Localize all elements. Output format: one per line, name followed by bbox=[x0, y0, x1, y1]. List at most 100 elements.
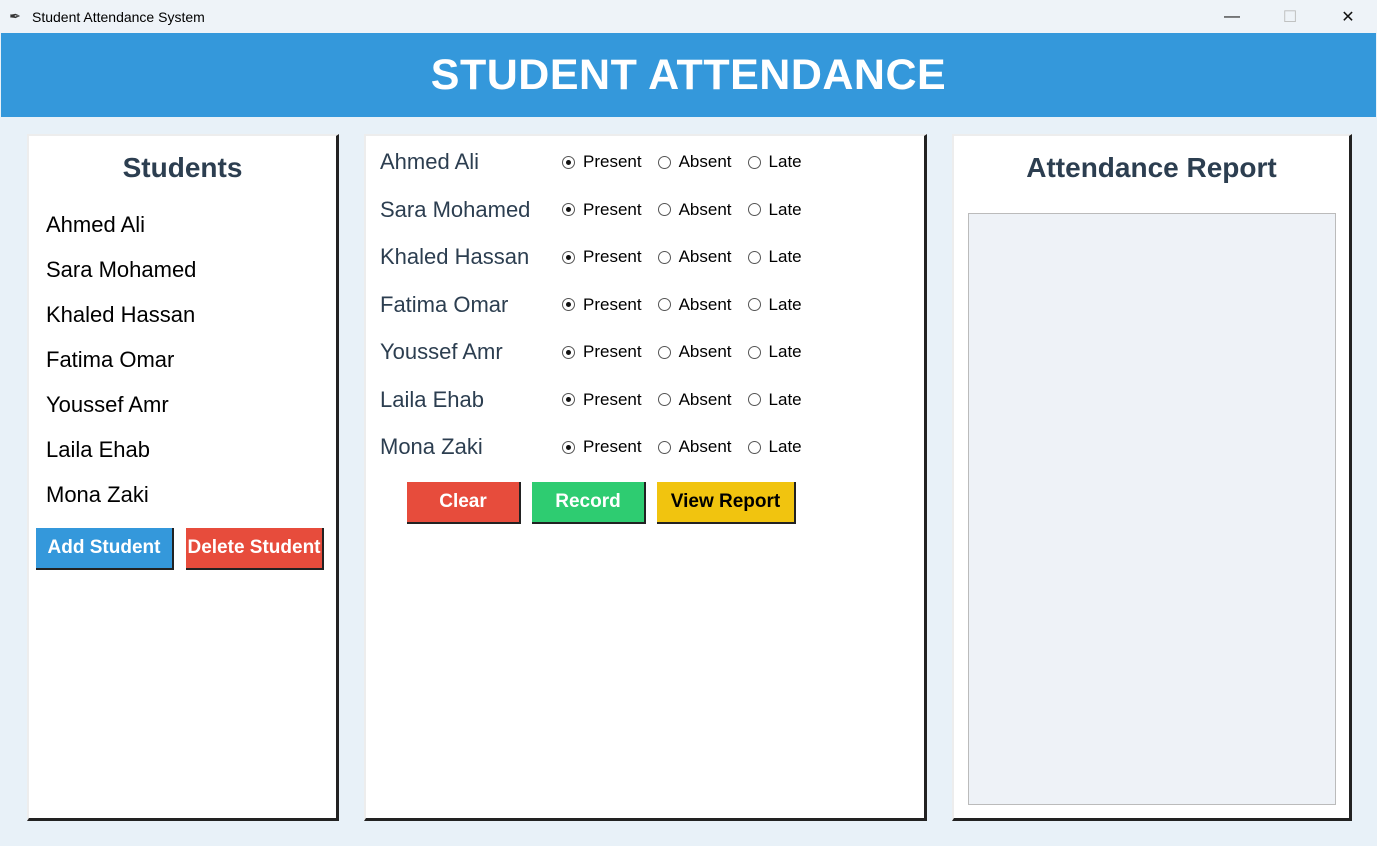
radio-button-icon[interactable] bbox=[562, 250, 575, 264]
radio-button-icon[interactable] bbox=[657, 440, 671, 454]
radio-label: Present bbox=[583, 389, 642, 409]
attendance-student-name: Khaled Hassan bbox=[380, 244, 530, 269]
radio-button-icon[interactable] bbox=[657, 203, 671, 216]
radio-button-icon[interactable] bbox=[747, 345, 761, 359]
close-button[interactable]: ✕ bbox=[1319, 0, 1377, 33]
student-list-item[interactable]: Khaled Hassan bbox=[46, 298, 196, 343]
title-bar: ✒ Student Attendance System — ☐ ✕ bbox=[0, 0, 1377, 33]
radio-absent[interactable]: Absent bbox=[657, 200, 732, 220]
radio-button-icon[interactable] bbox=[562, 345, 575, 359]
radio-label: Late bbox=[768, 342, 802, 361]
radio-button-icon[interactable] bbox=[657, 298, 671, 311]
radio-present[interactable]: Present bbox=[562, 437, 642, 457]
student-list-item[interactable]: Mona Zaki bbox=[46, 478, 196, 523]
radio-button-icon[interactable] bbox=[747, 298, 761, 311]
radio-button-icon[interactable] bbox=[657, 345, 671, 359]
radio-label: Present bbox=[583, 294, 642, 314]
attendance-student-name: Youssef Amr bbox=[380, 339, 503, 364]
radio-label: Present bbox=[583, 437, 642, 456]
radio-button-icon[interactable] bbox=[657, 155, 671, 169]
student-list-item[interactable]: Youssef Amr bbox=[46, 388, 196, 433]
radio-button-icon[interactable] bbox=[562, 155, 575, 169]
radio-label: Absent bbox=[678, 247, 732, 266]
radio-button-icon[interactable] bbox=[747, 393, 761, 406]
radio-label: Late bbox=[768, 199, 802, 219]
radio-button-icon[interactable] bbox=[562, 393, 575, 406]
clear-button[interactable]: Clear bbox=[407, 482, 521, 524]
attendance-row: Sara Mohamed Present Absent Late bbox=[380, 195, 818, 225]
attendance-row: Ahmed Ali Present Absent Late bbox=[380, 147, 818, 177]
radio-late[interactable]: Late bbox=[747, 152, 802, 172]
feather-icon: ✒ bbox=[9, 8, 21, 24]
attendance-student-name: Mona Zaki bbox=[380, 434, 483, 459]
radio-present[interactable]: Present bbox=[562, 152, 642, 172]
radio-late[interactable]: Late bbox=[747, 199, 802, 220]
attendance-row: Mona Zaki Present Absent Late bbox=[380, 432, 818, 462]
student-list: Ahmed Ali Sara Mohamed Khaled Hassan Fat… bbox=[46, 208, 196, 523]
student-list-item[interactable]: Laila Ehab bbox=[46, 433, 196, 478]
attendance-row: Fatima Omar Present Absent Late bbox=[380, 290, 818, 320]
radio-button-icon[interactable] bbox=[747, 440, 761, 454]
radio-label: Absent bbox=[678, 437, 732, 456]
maximize-button[interactable]: ☐ bbox=[1261, 0, 1319, 33]
radio-button-icon[interactable] bbox=[747, 250, 761, 264]
radio-label: Late bbox=[768, 437, 802, 456]
radio-button-icon[interactable] bbox=[657, 393, 671, 406]
radio-late[interactable]: Late bbox=[747, 437, 802, 457]
radio-absent[interactable]: Absent bbox=[657, 437, 732, 457]
radio-absent[interactable]: Absent bbox=[657, 390, 732, 410]
window-title: Student Attendance System bbox=[32, 8, 205, 25]
radio-present[interactable]: Present bbox=[562, 342, 642, 362]
radio-late[interactable]: Late bbox=[747, 342, 802, 362]
radio-button-icon[interactable] bbox=[562, 298, 575, 311]
radio-absent[interactable]: Absent bbox=[657, 152, 732, 172]
delete-student-button[interactable]: Delete Student bbox=[186, 528, 324, 570]
report-heading: Attendance Report bbox=[1026, 152, 1277, 183]
radio-label: Absent bbox=[678, 294, 732, 314]
attendance-row: Youssef Amr Present Absent Late bbox=[380, 337, 818, 367]
report-panel: Attendance Report bbox=[952, 134, 1352, 821]
view-report-button[interactable]: View Report bbox=[657, 482, 796, 524]
radio-late[interactable]: Late bbox=[747, 389, 802, 410]
radio-label: Late bbox=[768, 152, 802, 171]
radio-button-icon[interactable] bbox=[747, 203, 761, 216]
radio-button-icon[interactable] bbox=[747, 155, 761, 169]
attendance-panel: Ahmed Ali Present Absent Late Sara Mohamed Pr… bbox=[364, 134, 927, 821]
radio-absent[interactable]: Absent bbox=[657, 247, 732, 267]
radio-present[interactable]: Present bbox=[562, 295, 642, 315]
app-header: STUDENT ATTENDANCE bbox=[1, 33, 1376, 117]
students-heading: Students bbox=[122, 152, 243, 183]
radio-present[interactable]: Present bbox=[562, 390, 642, 410]
radio-present[interactable]: Present bbox=[562, 247, 642, 267]
record-button[interactable]: Record bbox=[532, 482, 646, 524]
radio-button-icon[interactable] bbox=[562, 203, 575, 216]
radio-present[interactable]: Present bbox=[562, 200, 642, 220]
radio-label: Late bbox=[768, 247, 802, 266]
radio-label: Absent bbox=[678, 342, 732, 361]
student-list-item[interactable]: Sara Mohamed bbox=[46, 253, 196, 298]
attendance-row: Laila Ehab Present Absent Late bbox=[380, 385, 818, 415]
radio-label: Present bbox=[583, 247, 642, 266]
add-student-button[interactable]: Add Student bbox=[36, 528, 174, 570]
radio-label: Present bbox=[583, 152, 642, 171]
report-text-area[interactable] bbox=[968, 213, 1336, 805]
app-title: STUDENT ATTENDANCE bbox=[430, 50, 947, 99]
students-panel: Students Ahmed Ali Sara Mohamed Khaled H… bbox=[27, 134, 339, 821]
radio-late[interactable]: Late bbox=[747, 247, 802, 267]
radio-late[interactable]: Late bbox=[747, 295, 802, 315]
radio-absent[interactable]: Absent bbox=[657, 342, 732, 362]
attendance-student-name: Sara Mohamed bbox=[380, 196, 531, 222]
radio-button-icon[interactable] bbox=[657, 250, 671, 264]
radio-button-icon[interactable] bbox=[562, 440, 575, 454]
attendance-student-name: Laila Ehab bbox=[380, 386, 484, 412]
student-list-item[interactable]: Fatima Omar bbox=[46, 343, 196, 388]
radio-label: Late bbox=[768, 389, 802, 409]
student-list-item[interactable]: Ahmed Ali bbox=[46, 208, 196, 253]
radio-label: Absent bbox=[678, 152, 732, 171]
attendance-row: Khaled Hassan Present Absent Late bbox=[380, 242, 818, 272]
attendance-student-name: Ahmed Ali bbox=[380, 149, 480, 174]
attendance-student-name: Fatima Omar bbox=[380, 291, 509, 317]
minimize-button[interactable]: — bbox=[1203, 0, 1261, 33]
radio-absent[interactable]: Absent bbox=[657, 294, 732, 315]
radio-label: Present bbox=[583, 342, 642, 361]
